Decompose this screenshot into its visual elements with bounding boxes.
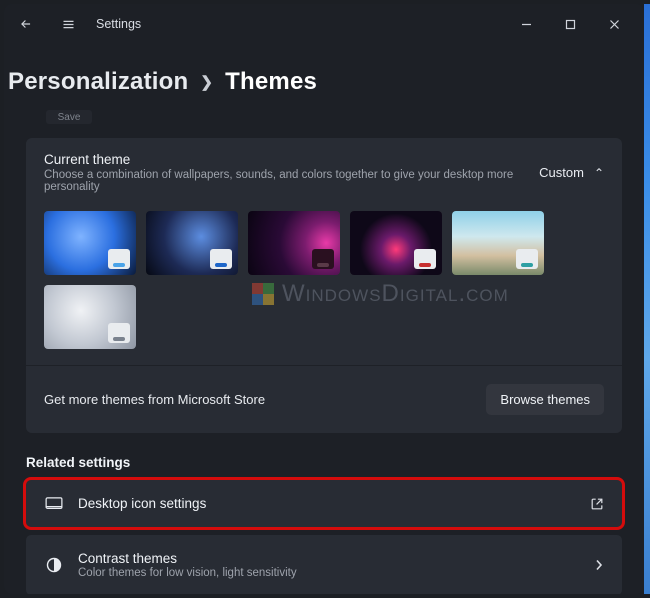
current-theme-subtitle: Choose a combination of wallpapers, soun… bbox=[44, 169, 539, 193]
maximize-button[interactable] bbox=[548, 9, 592, 39]
breadcrumb-current: Themes bbox=[225, 68, 317, 96]
chevron-up-icon: ⌃ bbox=[594, 166, 604, 180]
theme-option[interactable] bbox=[350, 211, 442, 275]
desktop-icon-settings-row[interactable]: Desktop icon settings bbox=[26, 480, 622, 527]
theme-dropdown-label: Custom bbox=[539, 165, 584, 180]
related-settings-heading: Related settings bbox=[26, 455, 622, 470]
theme-option[interactable] bbox=[146, 211, 238, 275]
hamburger-menu-icon[interactable] bbox=[54, 10, 82, 38]
current-theme-panel: Current theme Choose a combination of wa… bbox=[26, 138, 622, 433]
row-subtitle: Color themes for low vision, light sensi… bbox=[78, 567, 580, 579]
contrast-themes-row[interactable]: Contrast themes Color themes for low vis… bbox=[26, 535, 622, 594]
theme-option[interactable] bbox=[44, 285, 136, 349]
theme-dropdown[interactable]: Custom ⌃ bbox=[539, 165, 604, 180]
minimize-button[interactable] bbox=[504, 9, 548, 39]
breadcrumb-parent[interactable]: Personalization bbox=[8, 68, 188, 96]
row-title: Desktop icon settings bbox=[78, 496, 576, 511]
external-link-icon bbox=[590, 497, 604, 511]
contrast-icon bbox=[44, 557, 64, 573]
chevron-right-icon bbox=[594, 559, 604, 571]
theme-option[interactable] bbox=[44, 211, 136, 275]
browse-themes-button[interactable]: Browse themes bbox=[486, 384, 604, 415]
theme-option[interactable] bbox=[248, 211, 340, 275]
row-title: Contrast themes bbox=[78, 551, 580, 566]
theme-option[interactable] bbox=[452, 211, 544, 275]
store-text: Get more themes from Microsoft Store bbox=[44, 392, 265, 407]
chevron-right-icon: ❯ bbox=[200, 73, 213, 91]
breadcrumb: Personalization ❯ Themes bbox=[4, 44, 622, 106]
current-theme-title: Current theme bbox=[44, 152, 539, 167]
app-title: Settings bbox=[96, 17, 141, 31]
save-button[interactable]: Save bbox=[46, 110, 92, 124]
desktop-background-strip bbox=[644, 4, 650, 594]
back-button[interactable] bbox=[12, 10, 40, 38]
theme-thumbnails bbox=[26, 197, 622, 355]
settings-window: Settings Personalization ❯ Themes Save C… bbox=[4, 4, 644, 594]
close-button[interactable] bbox=[592, 9, 636, 39]
titlebar: Settings bbox=[4, 4, 644, 44]
desktop-icon bbox=[44, 497, 64, 511]
